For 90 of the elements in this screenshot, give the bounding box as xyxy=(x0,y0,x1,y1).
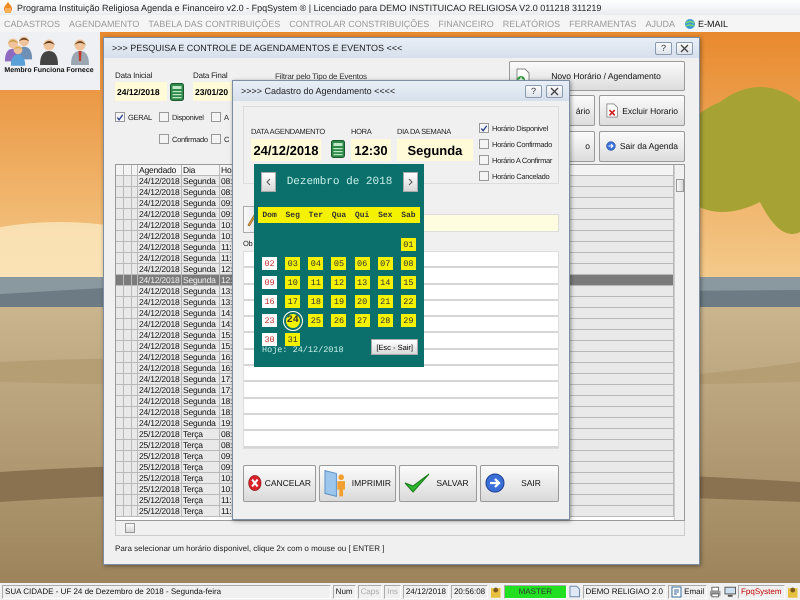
brand-label: FpqSystem xyxy=(738,584,785,598)
table-cell: 24/12/2018 xyxy=(138,286,182,296)
table-cell: Terça xyxy=(182,473,220,483)
table-cell: 25/12/2018 xyxy=(138,429,182,439)
filter-label: Filtrar pelo Tipo de Eventos xyxy=(275,72,367,81)
weekday-label: Ter xyxy=(308,210,324,220)
table-cell: Segunda xyxy=(182,308,220,318)
status-field: DEMO RELIGIAO 2.0 xyxy=(582,584,666,598)
table-cell: Terça xyxy=(182,451,220,461)
table-cell: Segunda xyxy=(182,176,220,186)
table-cell: 24/12/2018 xyxy=(138,352,182,362)
table-cell: 24/12/2018 xyxy=(138,275,182,285)
table-cell: 25/12/2018 xyxy=(138,451,182,461)
table-cell: Terça xyxy=(182,484,220,494)
table-cell: Terça xyxy=(182,440,220,450)
field-label: Data Inicial xyxy=(115,71,154,80)
weekday-label: Qua xyxy=(330,210,348,220)
table-cell: Terça xyxy=(182,462,220,472)
table-cell: 24/12/2018 xyxy=(138,187,182,197)
table-cell: Segunda xyxy=(182,407,220,417)
table-cell: Segunda xyxy=(182,418,220,428)
table-cell: 24/12/2018 xyxy=(138,198,182,208)
field-label: Data Final xyxy=(193,71,228,80)
column-header: Dia xyxy=(182,165,220,175)
table-cell: Segunda xyxy=(182,363,220,373)
month-title: Dezembro de 2018 xyxy=(286,176,392,188)
key-indicator: Num xyxy=(332,584,356,598)
table-cell: 24/12/2018 xyxy=(138,418,182,428)
table-cell: 25/12/2018 xyxy=(138,495,182,505)
table-cell: Segunda xyxy=(182,231,220,241)
key-indicator: Caps xyxy=(358,584,382,598)
table-cell: 24/12/2018 xyxy=(138,319,182,329)
table-cell: 24/12/2018 xyxy=(138,264,182,274)
table-cell: 25/12/2018 xyxy=(138,484,182,494)
table-cell: 24/12/2018 xyxy=(138,242,182,252)
column-header: Agendado xyxy=(138,165,182,175)
table-cell: Segunda xyxy=(182,242,220,252)
weekday-field: Segunda xyxy=(396,139,473,161)
table-cell: 24/12/2018 xyxy=(138,209,182,219)
table-cell: Segunda xyxy=(182,198,220,208)
table-cell: 24/12/2018 xyxy=(138,308,182,318)
table-cell: 24/12/2018 xyxy=(138,374,182,384)
table-cell: 24/12/2018 xyxy=(138,253,182,263)
table-cell: Segunda xyxy=(182,209,220,219)
table-cell: 24/12/2018 xyxy=(138,176,182,186)
table-cell: Terça xyxy=(182,506,220,516)
table-cell: Segunda xyxy=(182,220,220,230)
weekday-label: Sex xyxy=(377,210,394,220)
weekday-label: Qui xyxy=(354,210,370,220)
table-cell: 25/12/2018 xyxy=(138,440,182,450)
weekday-label: Dom xyxy=(261,210,278,220)
table-cell: Segunda xyxy=(182,275,220,285)
table-cell: 24/12/2018 xyxy=(138,231,182,241)
status-field: SUA CIDADE - UF 24 de Dezembro de 2018 - Segunda-feira xyxy=(2,584,331,598)
weekday-label: Sab xyxy=(400,210,417,220)
table-cell: Segunda xyxy=(182,341,220,351)
window-title: Programa Instituição Religiosa Agenda e Financeiro v2.0 - FpqSystem ® | Licenciado para DEMO INSTITUICAO RELIGIOSA V2.0 011218 311219 xyxy=(17,2,602,12)
table-cell: Terça xyxy=(182,429,220,439)
table-cell: 24/12/2018 xyxy=(138,330,182,340)
status-field: Email xyxy=(668,584,708,598)
table-cell: Segunda xyxy=(182,352,220,362)
table-cell: Segunda xyxy=(182,374,220,384)
table-cell: Segunda xyxy=(182,385,220,395)
user-field: MASTER xyxy=(504,584,568,598)
hint-text: Para selecionar um horário disponivel, clique 2x com o mouse ou [ ENTER ] xyxy=(115,544,386,553)
table-cell: 24/12/2018 xyxy=(138,220,182,230)
key-indicator: Ins xyxy=(384,584,401,598)
table-cell: Segunda xyxy=(182,286,220,296)
table-cell: 24/12/2018 xyxy=(138,341,182,351)
table-cell: Segunda xyxy=(182,253,220,263)
table-cell: Segunda xyxy=(182,264,220,274)
table-cell: 24/12/2018 xyxy=(138,363,182,373)
table-cell: 25/12/2018 xyxy=(138,462,182,472)
table-cell: 25/12/2018 xyxy=(138,506,182,516)
table-cell: 24/12/2018 xyxy=(138,407,182,417)
today-label: Hoje: 24/12/2018 xyxy=(262,345,344,355)
status-field: 20:56:08 xyxy=(450,584,488,598)
table-cell: Segunda xyxy=(182,187,220,197)
table-cell: Segunda xyxy=(182,297,220,307)
table-cell: 25/12/2018 xyxy=(138,473,182,483)
table-cell: Segunda xyxy=(182,319,220,329)
table-cell: Segunda xyxy=(182,330,220,340)
table-cell: 24/12/2018 xyxy=(138,297,182,307)
status-field: 24/12/2018 xyxy=(402,584,449,598)
weekday-label: Seg xyxy=(284,210,301,220)
table-cell: Terça xyxy=(182,495,220,505)
table-cell: 24/12/2018 xyxy=(138,385,182,395)
table-cell: 24/12/2018 xyxy=(138,396,182,406)
window-title: >>> PESQUISA E CONTROLE DE AGENDAMENTOS E EVENTOS <<< xyxy=(112,43,404,53)
table-cell: Segunda xyxy=(182,396,220,406)
